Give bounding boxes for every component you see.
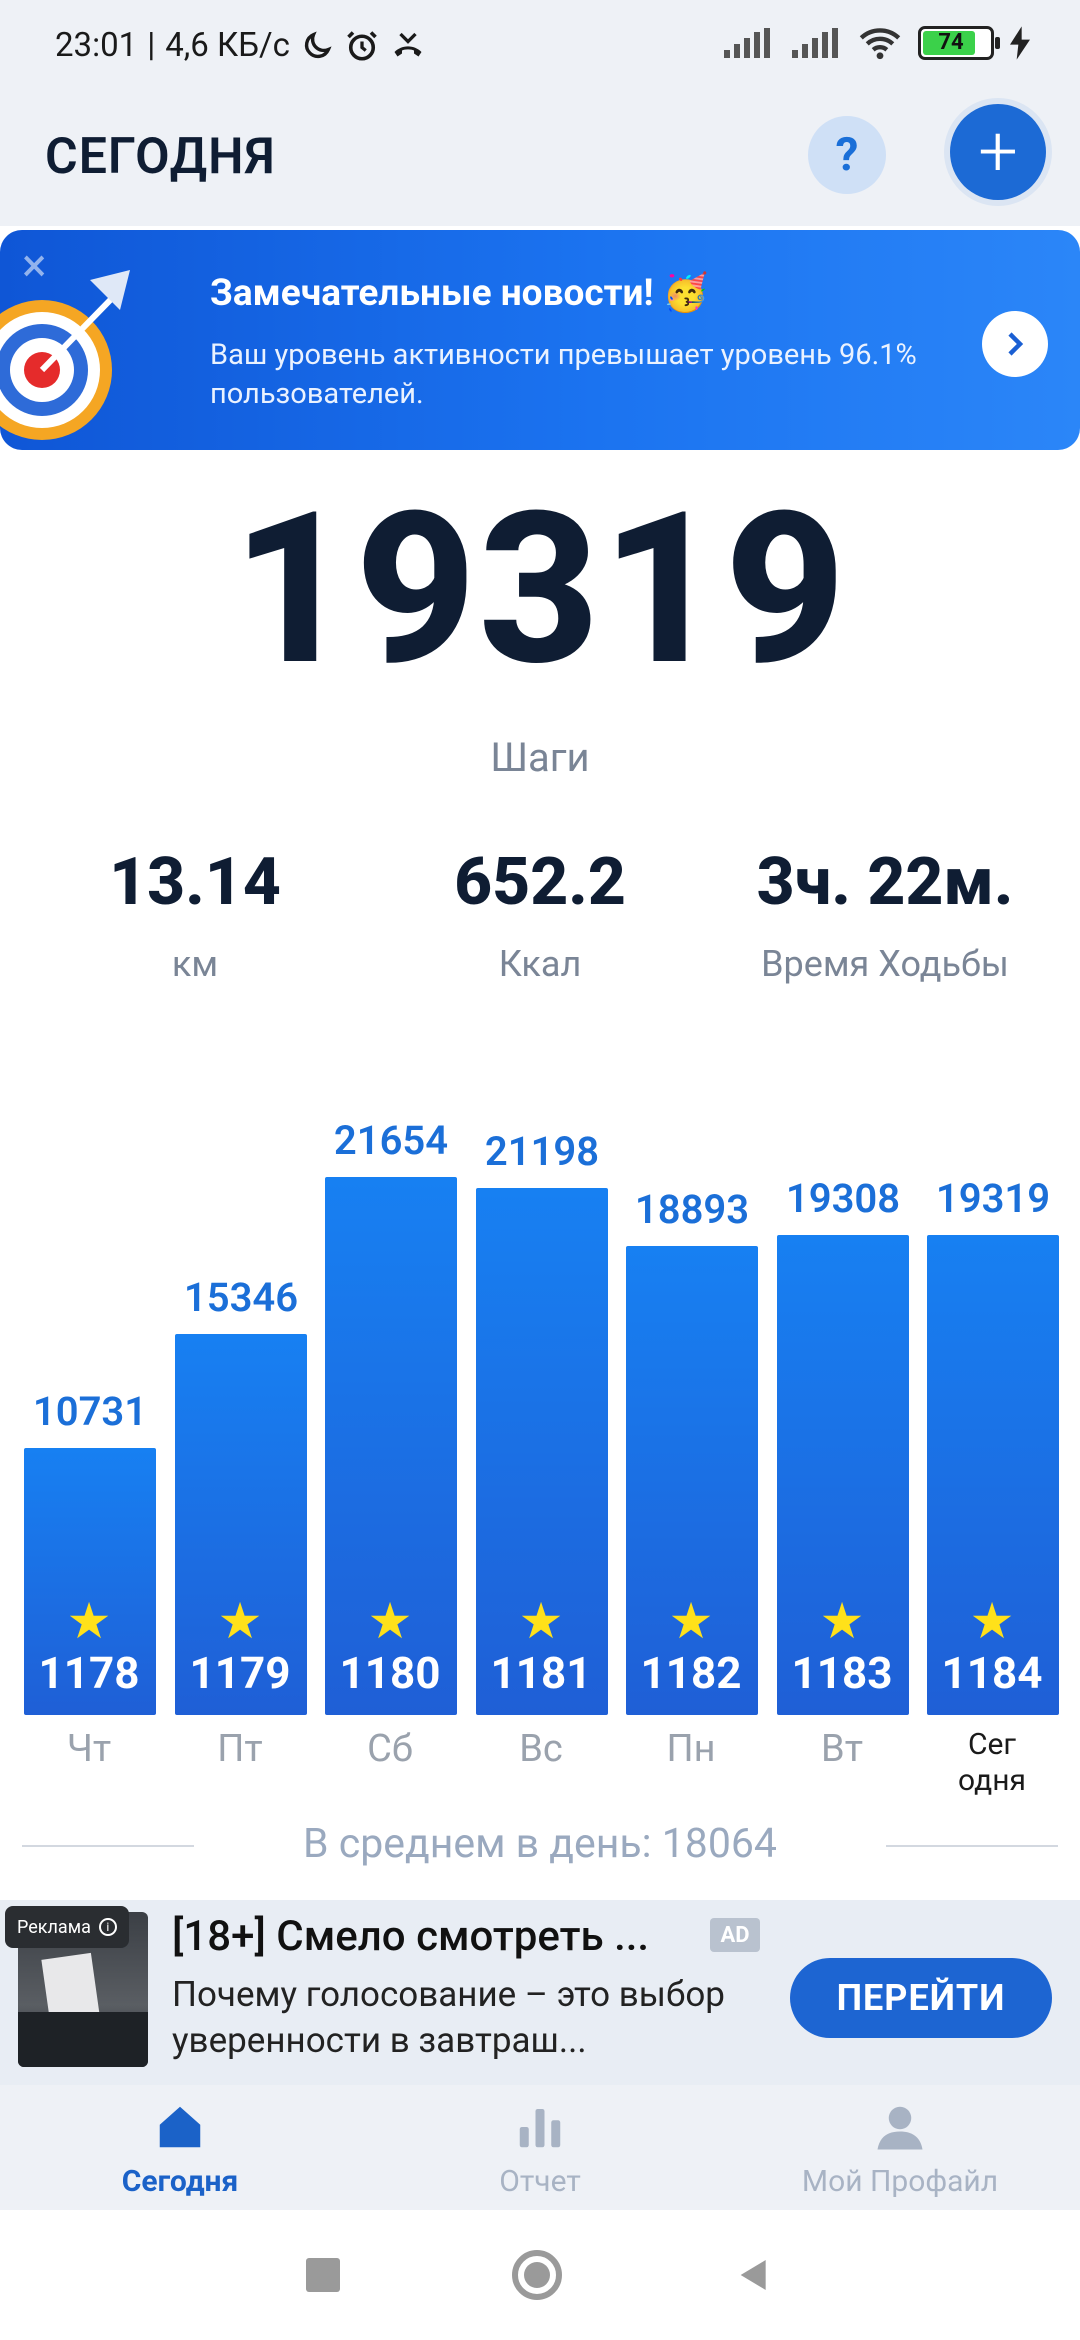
signal-icon	[724, 28, 770, 58]
ad-text[interactable]: Почему голосование – это выбор увереннос…	[172, 1972, 772, 2064]
home-icon	[159, 2106, 201, 2148]
back-button[interactable]	[734, 2255, 774, 2295]
star-icon: ★	[518, 1593, 564, 1651]
weekly-steps-chart: 10731 ★ 1178 Чт 15346 ★ 1179 Пт 21654 ★ 1180 Сб 2119…	[0, 1040, 1080, 1800]
info-icon: i	[98, 1918, 117, 1936]
add-button[interactable]: +	[950, 104, 1046, 200]
bar-day-number: 1184	[941, 1647, 1043, 1699]
banner-title: Замечательные новости! 🥳	[210, 272, 709, 315]
star-icon: ★	[819, 1593, 865, 1651]
walk-time-stat: 3ч. 22м. Время Ходьбы	[705, 844, 1065, 986]
bottom-nav: Сегодня Отчет Мой Профайл	[0, 2085, 1080, 2210]
chevron-right-icon	[1008, 332, 1024, 356]
nav-today-label: Сегодня	[121, 2164, 239, 2199]
star-icon: ★	[668, 1593, 714, 1651]
achievement-banner[interactable]: × Замечательные новости! 🥳 Ваш уровень а…	[0, 230, 1080, 450]
nav-profile-label: Мой Профайл	[801, 2164, 999, 2199]
bar-value-label: 19319	[935, 1175, 1051, 1222]
star-icon: ★	[969, 1593, 1015, 1651]
calories-label: Ккал	[498, 943, 582, 985]
star-icon: ★	[217, 1593, 263, 1651]
system-nav	[0, 2210, 1080, 2340]
day-label: Пн	[666, 1727, 716, 1771]
ad-badge: AD	[710, 1918, 760, 1952]
day-label: Вс	[519, 1727, 563, 1771]
battery-icon: 74	[918, 26, 1000, 60]
day-label: Чт	[66, 1727, 112, 1771]
nav-today[interactable]: Сегодня	[0, 2085, 360, 2210]
walk-time-value: 3ч. 22м.	[756, 844, 1014, 921]
battery-level: 74	[938, 30, 964, 55]
bar-value-label: 10731	[32, 1388, 148, 1435]
help-button[interactable]: ?	[808, 116, 886, 194]
steps-count: 19319	[232, 467, 848, 713]
star-icon: ★	[66, 1593, 112, 1651]
nav-profile[interactable]: Мой Профайл	[720, 2085, 1080, 2210]
bar-value-label: 21198	[484, 1128, 600, 1175]
ad-go-button[interactable]: ПЕРЕЙТИ	[790, 1958, 1052, 2038]
bar-day-number: 1180	[339, 1647, 441, 1699]
alarm-icon	[347, 30, 377, 61]
ad-tag: Реклама i	[5, 1906, 129, 1948]
calories-value: 652.2	[454, 844, 626, 921]
status-time: 23:01	[55, 26, 138, 65]
bar-value-label: 21654	[333, 1117, 449, 1164]
missed-call-icon	[394, 32, 422, 56]
profile-icon	[877, 2106, 923, 2150]
ad-tag-label: Реклама	[17, 1916, 91, 1938]
status-right: 74	[722, 26, 1030, 60]
star-icon: ★	[367, 1593, 413, 1651]
status-left: 23:01 | 4,6 КБ/с	[55, 26, 426, 65]
bar-day-number: 1182	[640, 1647, 742, 1699]
signal-icon	[792, 28, 838, 58]
distance-stat: 13.14 км	[15, 844, 375, 986]
calories-stat: 652.2 Ккал	[360, 844, 720, 986]
network-speed: 4,6 КБ/с	[165, 26, 290, 65]
distance-value: 13.14	[109, 844, 281, 921]
bar-day-number: 1179	[189, 1647, 291, 1699]
nav-report[interactable]: Отчет	[360, 2085, 720, 2210]
bar-value-label: 18893	[634, 1186, 750, 1233]
day-label: Пт	[217, 1727, 263, 1771]
distance-label: км	[171, 943, 219, 985]
bar-chart-icon	[519, 2109, 561, 2148]
day-label: Вт	[821, 1727, 863, 1771]
wifi-icon	[859, 28, 901, 60]
bar-value-label: 19308	[785, 1175, 901, 1222]
bar-day-number: 1178	[38, 1647, 140, 1699]
bar-value-label: 15346	[183, 1274, 299, 1321]
page-title: СЕГОДНЯ	[45, 128, 276, 186]
plus-icon: +	[978, 111, 1018, 193]
day-label: Сег одня	[958, 1727, 1026, 1798]
steps-label: Шаги	[490, 734, 590, 781]
charging-icon	[1010, 26, 1030, 60]
bar-day-number: 1183	[791, 1647, 893, 1699]
banner-arrow-button[interactable]	[982, 311, 1048, 377]
target-icon	[0, 270, 130, 440]
ad-title[interactable]: [18+] Смело смотреть ...	[172, 1912, 649, 1961]
daily-average: В среднем в день: 18064	[303, 1820, 777, 1868]
help-icon: ?	[835, 128, 859, 182]
moon-icon	[304, 30, 332, 58]
recent-apps-button[interactable]	[306, 2258, 340, 2292]
nav-report-label: Отчет	[499, 2164, 581, 2199]
day-label: Сб	[367, 1727, 413, 1771]
banner-text: Ваш уровень активности превышает уровень…	[210, 338, 917, 411]
home-button[interactable]	[512, 2250, 562, 2300]
walk-time-label: Время Ходьбы	[761, 943, 1009, 985]
bar-day-number: 1181	[490, 1647, 592, 1699]
